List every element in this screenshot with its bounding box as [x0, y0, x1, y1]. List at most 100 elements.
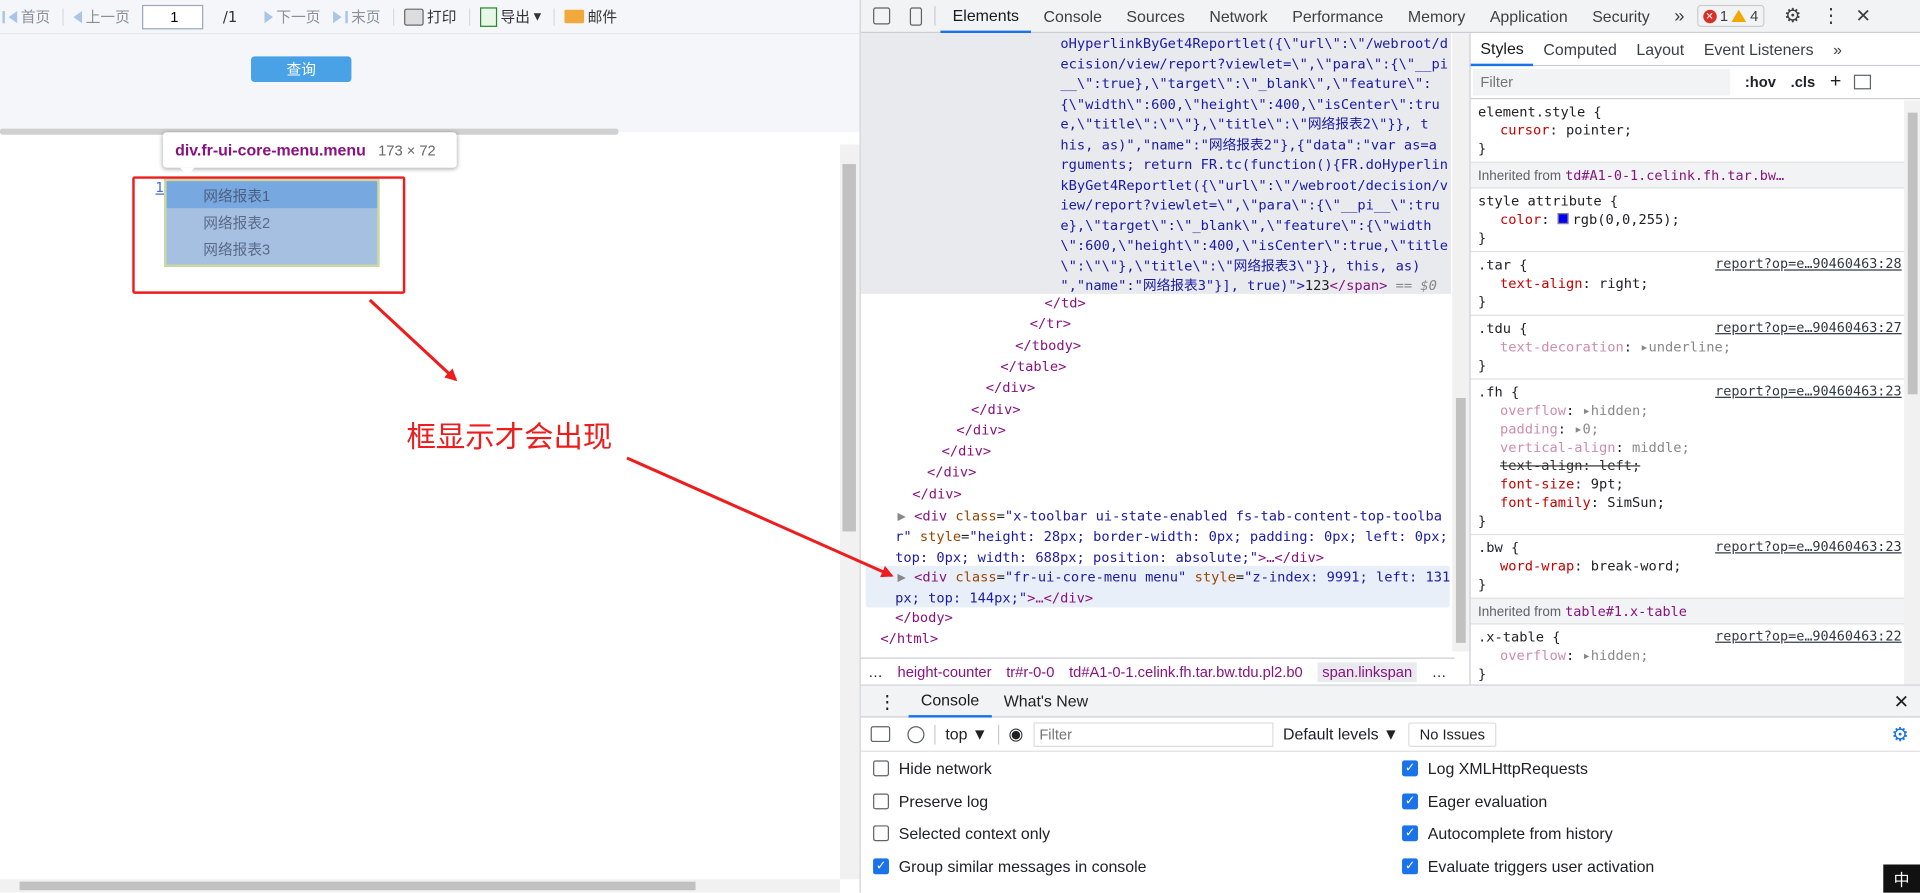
closing-tag[interactable]: </div> [912, 485, 961, 505]
checkbox[interactable] [873, 760, 889, 777]
page-number-input[interactable] [142, 4, 204, 29]
breadcrumb-item[interactable]: height-counter [898, 663, 992, 680]
inherited-target[interactable]: td#A1-0-1.celink.fh.tar.bw… [1565, 168, 1784, 184]
breadcrumb-more-right[interactable]: … [1432, 663, 1447, 680]
report-vertical-scrollbar[interactable] [840, 144, 860, 880]
style-property[interactable]: text-align: right; [1478, 274, 1914, 292]
last-page-button[interactable]: 末页 [332, 6, 381, 27]
context-selector[interactable]: top ▼ [945, 725, 987, 743]
kebab-menu-icon[interactable]: ⋮ [1814, 0, 1848, 32]
tab-computed[interactable]: Computed [1534, 33, 1627, 65]
mail-button[interactable]: 邮件 [564, 6, 617, 27]
checkbox[interactable]: ✓ [1402, 760, 1418, 777]
ime-indicator[interactable]: 中 [1883, 864, 1920, 893]
dom-html-close[interactable]: </html> [880, 629, 938, 649]
closing-tag[interactable]: </table> [1000, 357, 1066, 377]
style-property[interactable]: cursor: pointer; [1478, 121, 1914, 139]
closing-tag[interactable]: </div> [927, 463, 976, 483]
rule-source-link[interactable]: report?op=e…90460463:23 [1715, 383, 1902, 399]
tab-performance[interactable]: Performance [1280, 0, 1396, 32]
export-button[interactable]: 导出 ▼ [479, 6, 541, 27]
style-rule[interactable]: .fh {report?op=e…90460463:23 overflow: ▸h… [1470, 380, 1920, 536]
inspect-element-icon[interactable] [861, 0, 903, 32]
tab-security[interactable]: Security [1580, 0, 1662, 32]
console-option[interactable]: Preserve log [873, 792, 988, 810]
tab-elements[interactable]: Elements [940, 0, 1032, 33]
console-option[interactable]: Selected context only [873, 824, 1050, 842]
issues-button[interactable]: No Issues [1408, 721, 1496, 747]
styles-filter-input[interactable] [1473, 68, 1731, 96]
breadcrumb-item[interactable]: tr#r-0-0 [1006, 663, 1054, 680]
query-button[interactable]: 查询 [251, 56, 352, 83]
style-rule[interactable]: .tdu {report?op=e…90460463:27 text-decora… [1470, 316, 1920, 380]
tab-layout[interactable]: Layout [1627, 33, 1694, 65]
closing-tag[interactable]: </tr> [1030, 315, 1071, 335]
gear-icon[interactable]: ⚙ [1764, 0, 1813, 32]
tab-network[interactable]: Network [1197, 0, 1280, 32]
console-filter-input[interactable] [1033, 721, 1274, 747]
breadcrumb-item-selected[interactable]: span.linkspan [1317, 661, 1418, 682]
expand-arrow-icon[interactable]: ▸ [1583, 403, 1591, 419]
cls-toggle[interactable]: .cls [1791, 73, 1816, 90]
checkbox[interactable] [873, 825, 889, 842]
rule-source-link[interactable]: report?op=e…90460463:23 [1715, 539, 1902, 555]
checkbox[interactable]: ✓ [1402, 825, 1418, 842]
style-property[interactable]: overflow: ▸hidden; [1478, 647, 1914, 665]
drawer-tab-console[interactable]: Console [908, 684, 992, 718]
style-property[interactable]: padding: ▸0; [1478, 420, 1914, 438]
checkbox[interactable]: ✓ [1402, 792, 1418, 809]
hov-toggle[interactable]: :hov [1745, 73, 1776, 90]
style-rule[interactable]: style attribute {color: rgb(0,0,255);} [1470, 189, 1920, 253]
style-property[interactable]: word-wrap: break-word; [1478, 557, 1914, 575]
checkbox[interactable] [873, 792, 889, 809]
style-rule[interactable]: .tar {report?op=e…90460463:28 text-align:… [1470, 252, 1920, 316]
report-horizontal-scrollbar[interactable] [0, 879, 841, 893]
breadcrumb-more-left[interactable]: … [868, 663, 883, 680]
closing-tag[interactable]: </tbody> [1015, 336, 1081, 356]
tab-memory[interactable]: Memory [1396, 0, 1478, 32]
closing-tag[interactable]: </td> [1044, 294, 1085, 314]
more-tabs-icon[interactable]: » [1662, 0, 1697, 32]
rule-source-link[interactable]: report?op=e…90460463:27 [1715, 320, 1902, 336]
checkbox[interactable]: ✓ [1402, 857, 1418, 874]
log-levels-dropdown[interactable]: Default levels ▼ [1283, 725, 1399, 743]
sidebar-toggle-icon[interactable] [1853, 74, 1871, 90]
style-rule[interactable]: .x-table {report?op=e…90460463:22 overflo… [1471, 624, 1920, 684]
style-property[interactable]: text-align: left; [1478, 457, 1914, 475]
closing-tag[interactable]: </div> [971, 400, 1020, 420]
style-rule[interactable]: .bw {report?op=e…90460463:23 word-wrap: b… [1470, 535, 1920, 599]
style-property[interactable]: text-decoration: ▸underline; [1478, 338, 1914, 356]
style-property[interactable]: font-family: SimSun; [1478, 493, 1914, 511]
first-page-button[interactable]: 首页 [2, 6, 50, 27]
console-option[interactable]: ✓ Autocomplete from history [1402, 824, 1613, 842]
dom-node-menu[interactable]: ▶ <div class="fr-ui-core-menu menu" styl… [898, 568, 1451, 588]
rule-source-link[interactable]: report?op=e…90460463:28 [1715, 256, 1902, 272]
more-panes-icon[interactable]: » [1823, 33, 1851, 65]
issues-badge[interactable]: ✕ 1 4 [1696, 4, 1765, 27]
style-property[interactable]: font-size: 9pt; [1478, 475, 1914, 493]
eye-icon[interactable]: ◉ [1008, 724, 1023, 745]
inherited-target[interactable]: table#1.x-table [1565, 604, 1687, 620]
console-option[interactable]: ✓ Log XMLHttpRequests [1402, 759, 1588, 778]
sidebar-icon[interactable] [870, 726, 891, 743]
tab-console[interactable]: Console [1031, 0, 1114, 32]
style-rule[interactable]: element.style {cursor: pointer;} [1470, 99, 1920, 163]
color-swatch[interactable] [1557, 213, 1569, 225]
console-option[interactable]: ✓ Eager evaluation [1402, 792, 1547, 810]
close-devtools-icon[interactable]: ✕ [1848, 0, 1878, 32]
print-button[interactable]: 打印 [403, 6, 456, 27]
drawer-tab-whats-new[interactable]: What's New [991, 684, 1100, 717]
breadcrumb-item[interactable]: td#A1-0-1.celink.fh.tar.bw.tdu.pl2.b0 [1069, 663, 1303, 680]
closing-tag[interactable]: </div> [986, 379, 1035, 399]
styles-scrollbar[interactable] [1904, 100, 1920, 685]
tab-event-listeners[interactable]: Event Listeners [1694, 33, 1823, 65]
console-settings-icon[interactable]: ⚙ [1891, 722, 1909, 746]
rule-source-link[interactable]: report?op=e…90460463:22 [1715, 628, 1902, 644]
elements-scrollbar[interactable] [1452, 33, 1470, 652]
expand-arrow-icon[interactable]: ▸ [1583, 648, 1591, 664]
checkbox[interactable]: ✓ [873, 857, 889, 874]
add-rule-icon[interactable]: + [1830, 71, 1841, 93]
style-property[interactable]: vertical-align: middle; [1478, 438, 1914, 456]
console-option[interactable]: Hide network [873, 759, 992, 778]
closing-tag[interactable]: </div> [942, 442, 991, 462]
